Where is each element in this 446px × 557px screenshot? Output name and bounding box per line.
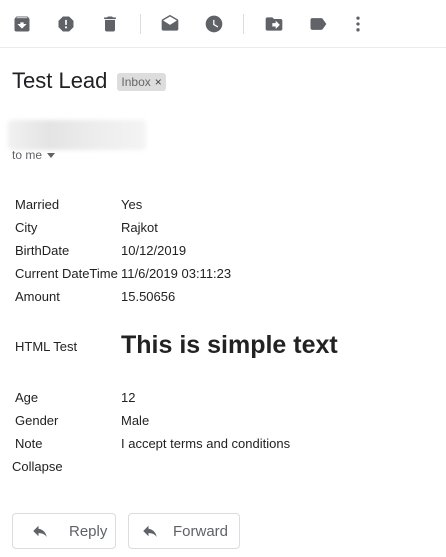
collapse-link[interactable]: Collapse (12, 459, 63, 474)
field-value-married: Yes (121, 197, 143, 212)
field-label-current-datetime: Current DateTime (15, 266, 118, 281)
snooze-icon[interactable] (202, 12, 226, 36)
delete-icon[interactable] (98, 12, 122, 36)
field-label-amount: Amount (15, 289, 60, 304)
archive-icon[interactable] (10, 12, 34, 36)
field-value-city: Rajkot (121, 220, 158, 235)
field-label-gender: Gender (15, 413, 59, 428)
field-value-amount: 15.50656 (121, 289, 176, 304)
recipient-text: to me (12, 148, 43, 162)
move-to-icon[interactable] (262, 12, 286, 36)
reply-button[interactable]: Reply (12, 513, 116, 549)
toolbar-divider (140, 14, 141, 34)
inbox-label-chip[interactable]: Inbox × (117, 73, 166, 91)
forward-label: Forward (173, 522, 229, 540)
forward-button[interactable]: Forward (128, 513, 240, 549)
more-icon[interactable] (346, 12, 370, 36)
field-value-gender: Male (121, 413, 150, 428)
chevron-down-icon (47, 152, 56, 158)
report-spam-icon[interactable] (54, 12, 78, 36)
field-value-note: I accept terms and conditions (121, 436, 291, 451)
field-label-html-test: HTML Test (15, 339, 78, 354)
field-value-html-test: This is simple text (121, 331, 338, 359)
mark-unread-icon[interactable] (158, 12, 182, 36)
recipient-details-toggle[interactable]: to me (12, 148, 56, 162)
sender-name-redacted (8, 120, 146, 150)
reply-icon (31, 522, 49, 540)
field-label-city: City (15, 220, 38, 235)
labels-icon[interactable] (306, 12, 330, 36)
field-label-note: Note (15, 436, 43, 451)
forward-icon (141, 522, 159, 540)
email-toolbar (0, 0, 446, 48)
remove-label-icon[interactable]: × (155, 74, 162, 90)
field-label-birthdate: BirthDate (15, 243, 70, 258)
email-subject: Test Lead (12, 68, 108, 93)
label-chip-text: Inbox (121, 75, 151, 89)
field-value-age: 12 (121, 390, 136, 405)
field-value-current-datetime: 11/6/2019 03:11:23 (121, 266, 232, 281)
subject-row: Test Lead Inbox × (12, 68, 166, 94)
field-label-age: Age (15, 390, 39, 405)
field-value-birthdate: 10/12/2019 (121, 243, 187, 258)
reply-label: Reply (69, 522, 108, 540)
toolbar-divider (243, 14, 244, 34)
field-label-married: Married (15, 197, 60, 212)
